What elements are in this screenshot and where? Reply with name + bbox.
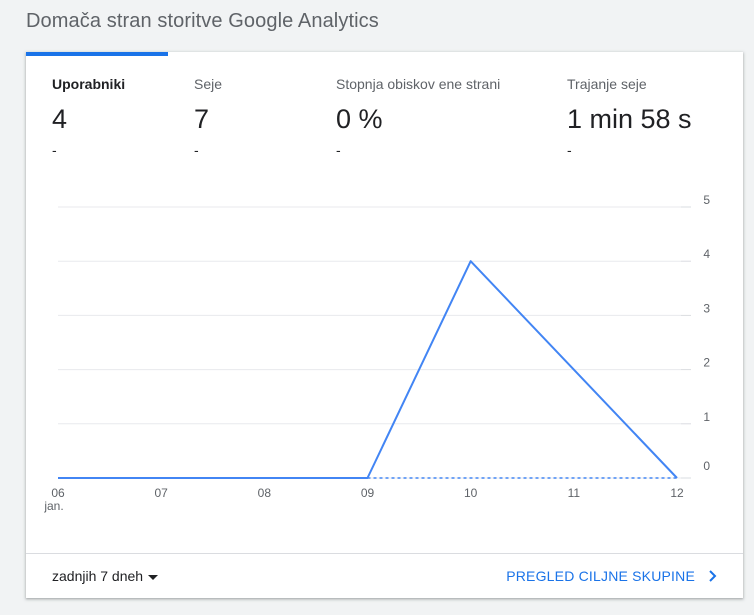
y-tick-label: 4 bbox=[703, 247, 710, 261]
x-month-label: jan. bbox=[43, 499, 63, 513]
audience-overview-label: PREGLED CILJNE SKUPINE bbox=[506, 568, 695, 584]
x-tick-label: 12 bbox=[670, 486, 684, 500]
analytics-card: Uporabniki 4 - Seje 7 - Stopnja obiskov … bbox=[26, 52, 743, 598]
metric-delta: - bbox=[567, 142, 572, 158]
x-tick-label: 10 bbox=[464, 486, 478, 500]
page-title: Domača stran storitve Google Analytics bbox=[26, 10, 379, 32]
users-line-chart: 01234506 07 08 09 10 11 12jan. bbox=[43, 193, 710, 513]
caret-down-icon bbox=[148, 574, 159, 580]
x-tick-label: 07 bbox=[154, 486, 168, 500]
date-range-dropdown[interactable]: zadnjih 7 dneh bbox=[52, 568, 159, 584]
metric-value: 1 min 58 s bbox=[567, 104, 692, 134]
x-tick-label: 11 bbox=[568, 486, 581, 500]
metric-delta: - bbox=[336, 142, 341, 158]
metric-label: Seje bbox=[194, 76, 223, 92]
metric-label: Stopnja obiskov ene strani bbox=[336, 76, 501, 92]
metric-label: Uporabniki bbox=[52, 76, 126, 92]
x-tick-label: 08 bbox=[258, 486, 272, 500]
metric-value: 4 bbox=[52, 104, 68, 134]
y-tick-label: 2 bbox=[703, 356, 710, 370]
footer-divider bbox=[26, 553, 743, 554]
date-range-label: zadnjih 7 dneh bbox=[52, 568, 144, 584]
active-tab-indicator bbox=[26, 52, 168, 56]
x-tick-label: 06 bbox=[51, 486, 65, 500]
metric-value: 7 bbox=[194, 104, 210, 134]
metric-delta: - bbox=[194, 142, 199, 158]
y-tick-label: 5 bbox=[703, 193, 710, 207]
y-tick-label: 0 bbox=[703, 459, 710, 473]
chevron-right-icon bbox=[709, 570, 717, 582]
y-tick-label: 1 bbox=[703, 410, 710, 424]
x-tick-label: 09 bbox=[361, 486, 375, 500]
metric-label: Trajanje seje bbox=[567, 76, 647, 92]
y-tick-label: 3 bbox=[703, 301, 710, 315]
metric-value: 0 % bbox=[336, 104, 383, 134]
metric-delta: - bbox=[52, 142, 57, 158]
audience-overview-link[interactable]: PREGLED CILJNE SKUPINE bbox=[506, 568, 719, 584]
